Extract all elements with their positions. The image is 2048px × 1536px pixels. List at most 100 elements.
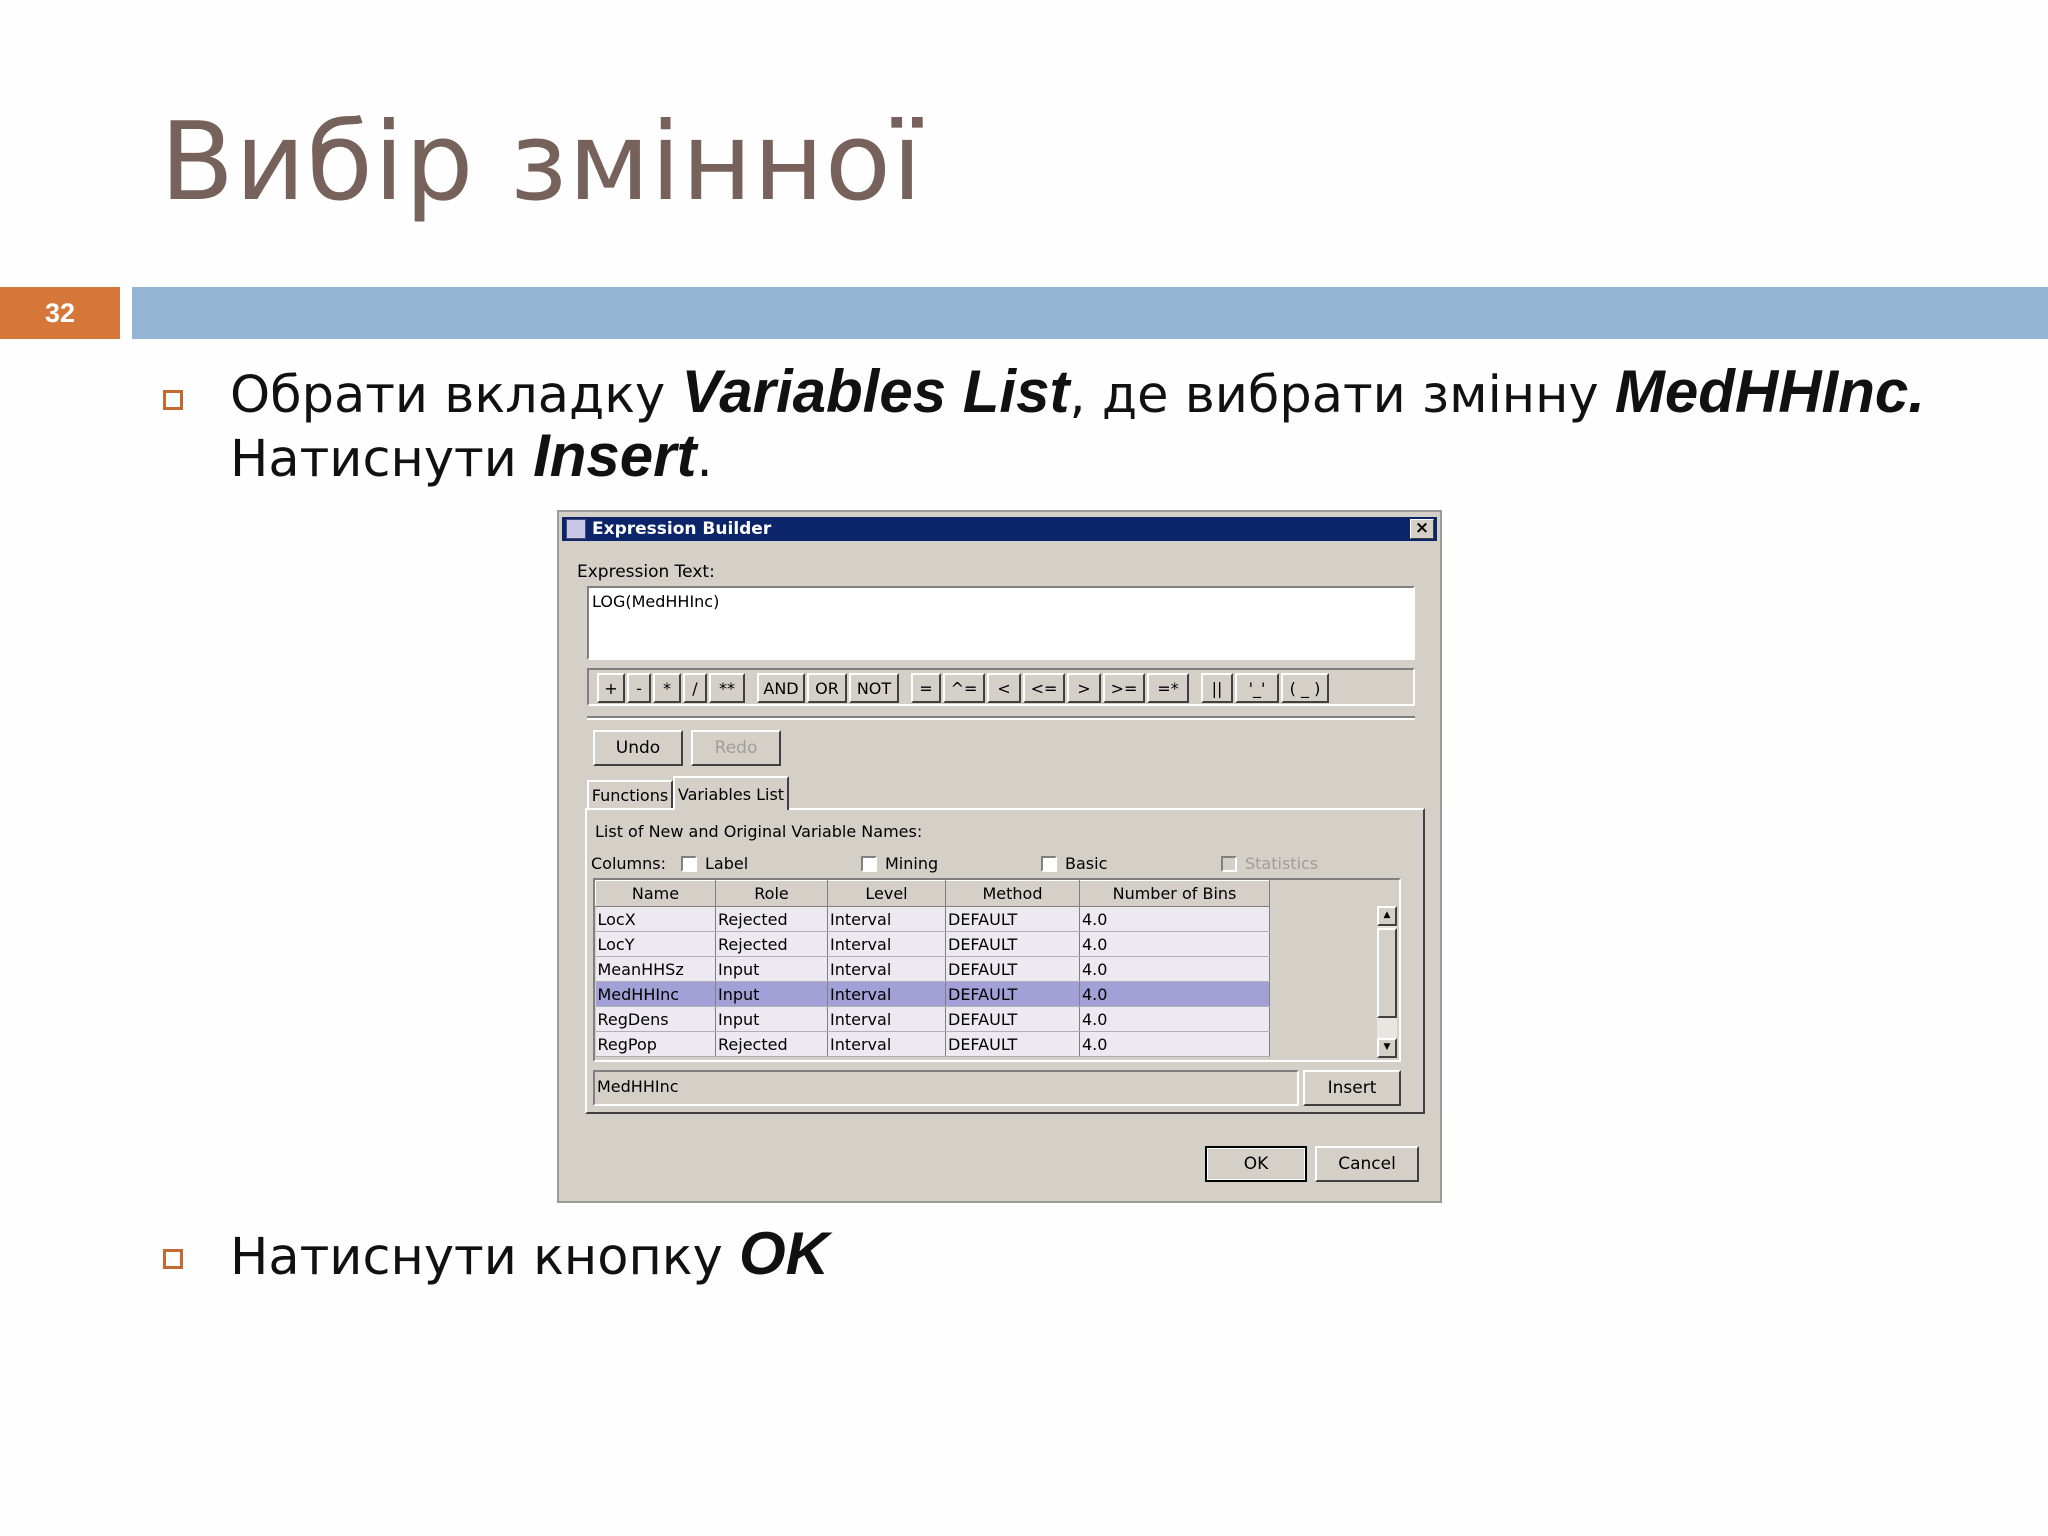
cell-name: LocX [595,906,716,932]
cell-name: MedHHInc [595,981,716,1007]
table-row[interactable]: LocX Rejected Interval DEFAULT 4.0 [595,906,1270,932]
column-header-method[interactable]: Method [945,880,1080,907]
cell-role: Input [715,981,828,1007]
cell-bins: 4.0 [1079,931,1270,957]
basic-checkbox[interactable] [1041,856,1057,872]
tab-functions[interactable]: Functions [587,780,673,808]
insert-button[interactable]: Insert [1303,1070,1401,1106]
table-row[interactable]: RegDens Input Interval DEFAULT 4.0 [595,1006,1270,1032]
table-row[interactable]: MeanHHSz Input Interval DEFAULT 4.0 [595,956,1270,982]
cell-level: Interval [827,931,946,957]
statistics-checkbox [1221,856,1237,872]
op-greater-equal-button[interactable]: >= [1103,673,1145,703]
cell-level: Interval [827,1031,946,1057]
column-header-name[interactable]: Name [595,880,716,907]
op-less-equal-button[interactable]: <= [1023,673,1065,703]
cell-bins: 4.0 [1079,956,1270,982]
cell-method: DEFAULT [945,1031,1080,1057]
label-checkbox-text: Label [705,854,749,873]
cell-level: Interval [827,1006,946,1032]
table-row[interactable]: LocY Rejected Interval DEFAULT 4.0 [595,931,1270,957]
bullet-1-bold-c: Insert [533,422,697,489]
tab-variables-list[interactable]: Variables List [673,776,789,810]
table-row-selected[interactable]: MedHHInc Input Interval DEFAULT 4.0 [595,981,1270,1007]
op-quote-button[interactable]: '_' [1235,673,1279,703]
op-not-equal-button[interactable]: ^= [943,673,985,703]
cell-level: Interval [827,956,946,982]
bullet-marker [163,1249,183,1269]
cell-name: LocY [595,931,716,957]
op-minus-button[interactable]: - [627,673,651,703]
op-divide-button[interactable]: / [683,673,707,703]
basic-checkbox-text: Basic [1065,854,1108,873]
header-rule [132,287,2048,339]
cell-bins: 4.0 [1079,981,1270,1007]
list-caption: List of New and Original Variable Names: [595,822,923,841]
label-checkbox[interactable] [681,856,697,872]
expression-text-area[interactable]: LOG(MedHHInc) [587,586,1415,660]
selected-variable-field[interactable]: MedHHInc [593,1070,1299,1106]
op-and-button[interactable]: AND [757,673,805,703]
expression-builder-dialog: Expression Builder × Expression Text: LO… [557,510,1442,1203]
cell-bins: 4.0 [1079,906,1270,932]
bullet-1-text-a: Обрати вкладку [230,366,682,425]
dialog-titlebar[interactable]: Expression Builder × [562,517,1437,541]
bullet-2-text: Натиснути кнопку [230,1228,739,1287]
bullet-text-1: Обрати вкладку Variables List, де вибрат… [230,362,1925,490]
column-header-level[interactable]: Level [827,880,946,907]
cell-name: RegPop [595,1031,716,1057]
selected-variable-value: MedHHInc [597,1077,679,1096]
column-header-role[interactable]: Role [715,880,828,907]
cell-method: DEFAULT [945,956,1080,982]
bullet-1-bold-a: Variables List [681,358,1070,425]
mining-checkbox[interactable] [861,856,877,872]
cell-name: RegDens [595,1006,716,1032]
undo-button[interactable]: Undo [593,730,683,766]
column-header-bins[interactable]: Number of Bins [1079,880,1270,907]
close-icon[interactable]: × [1410,519,1434,539]
op-less-button[interactable]: < [987,673,1021,703]
bullet-2-bold: OK [738,1220,829,1287]
cell-method: DEFAULT [945,981,1080,1007]
ok-button[interactable]: OK [1205,1146,1307,1182]
cancel-button[interactable]: Cancel [1315,1146,1419,1182]
bullet-marker [163,390,183,410]
op-power-button[interactable]: ** [709,673,745,703]
op-greater-button[interactable]: > [1067,673,1101,703]
table-row[interactable]: RegPop Rejected Interval DEFAULT 4.0 [595,1031,1270,1057]
scroll-up-icon[interactable]: ▲ [1377,906,1397,926]
vertical-scrollbar[interactable]: ▲ ▼ [1377,906,1397,1058]
statistics-checkbox-text: Statistics [1245,854,1319,873]
op-not-button[interactable]: NOT [849,673,899,703]
op-parens-button[interactable]: ( _ ) [1281,673,1329,703]
separator [587,716,1415,720]
op-concat-button[interactable]: || [1201,673,1233,703]
bullet-1-bold-b: MedHHInc. [1614,358,1925,425]
cell-method: DEFAULT [945,931,1080,957]
scroll-thumb[interactable] [1377,928,1397,1018]
scroll-down-icon[interactable]: ▼ [1377,1038,1397,1058]
mining-checkbox-text: Mining [885,854,939,873]
bullet-1-text-d: . [696,430,713,489]
bullet-text-2: Натиснути кнопку OK [230,1224,829,1288]
dialog-title: Expression Builder [592,519,772,539]
expression-text-label: Expression Text: [577,562,715,582]
op-equals-button[interactable]: = [911,673,941,703]
cell-method: DEFAULT [945,1006,1080,1032]
cell-name: MeanHHSz [595,956,716,982]
variables-table: Name Role Level Method Number of Bins Lo… [593,878,1401,1062]
cell-role: Rejected [715,906,828,932]
expression-text-value: LOG(MedHHInc) [592,592,720,611]
op-plus-button[interactable]: + [597,673,625,703]
op-sounds-like-button[interactable]: =* [1147,673,1189,703]
cell-bins: 4.0 [1079,1006,1270,1032]
bullet-1-text-c: Натиснути [230,430,534,489]
variables-grid: Name Role Level Method Number of Bins Lo… [595,880,1270,1057]
op-multiply-button[interactable]: * [653,673,681,703]
redo-button[interactable]: Redo [691,730,781,766]
op-or-button[interactable]: OR [807,673,847,703]
columns-label: Columns: [591,854,666,873]
bullet-1-text-b: , де вибрати змінну [1069,366,1615,425]
cell-level: Interval [827,981,946,1007]
slide-number: 32 [0,287,120,339]
